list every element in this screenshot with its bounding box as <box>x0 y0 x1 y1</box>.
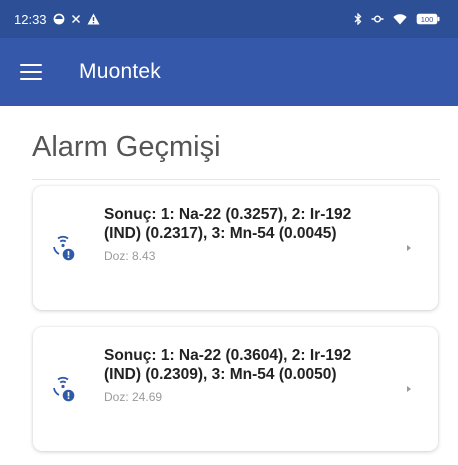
alarm-result: Sonuç: 1: Na-22 (0.3604), 2: Ir-192 (IND… <box>104 347 352 383</box>
alarm-card[interactable]: Sonuç: 1: Na-22 (0.3257), 2: Ir-192 (IND… <box>33 186 438 310</box>
battery-text: 100 <box>421 15 434 24</box>
vpn-key-icon <box>371 14 384 24</box>
radiation-alert-icon <box>51 234 75 262</box>
sync-circle-icon <box>53 13 65 25</box>
status-right: 100 <box>354 13 440 25</box>
title-divider <box>32 179 440 180</box>
alarm-result: Sonuç: 1: Na-22 (0.3257), 2: Ir-192 (IND… <box>104 206 352 242</box>
status-time: 12:33 <box>14 11 47 27</box>
warning-icon <box>87 13 100 25</box>
radiation-alert-icon <box>51 375 75 403</box>
alarm-text: Sonuç: 1: Na-22 (0.3604), 2: Ir-192 (IND… <box>104 346 389 404</box>
app-bar: Muontek <box>0 38 458 106</box>
app-title: Muontek <box>79 60 161 83</box>
chevron-right-icon <box>407 245 411 251</box>
page-title: Alarm Geçmişi <box>32 131 221 163</box>
alarm-text: Sonuç: 1: Na-22 (0.3257), 2: Ir-192 (IND… <box>104 205 389 263</box>
status-left: 12:33 <box>14 12 100 27</box>
alarm-dose: Doz: 24.69 <box>104 390 163 404</box>
hamburger-menu-icon[interactable] <box>20 64 42 80</box>
close-icon <box>71 14 81 24</box>
bluetooth-icon <box>354 13 362 25</box>
battery-icon: 100 <box>416 13 440 25</box>
status-bar: 12:33 100 <box>0 0 458 38</box>
alarm-card[interactable]: Sonuç: 1: Na-22 (0.3604), 2: Ir-192 (IND… <box>33 327 438 451</box>
alarm-dose: Doz: 8.43 <box>104 249 156 263</box>
chevron-right-icon <box>407 386 411 392</box>
wifi-icon <box>393 13 407 25</box>
